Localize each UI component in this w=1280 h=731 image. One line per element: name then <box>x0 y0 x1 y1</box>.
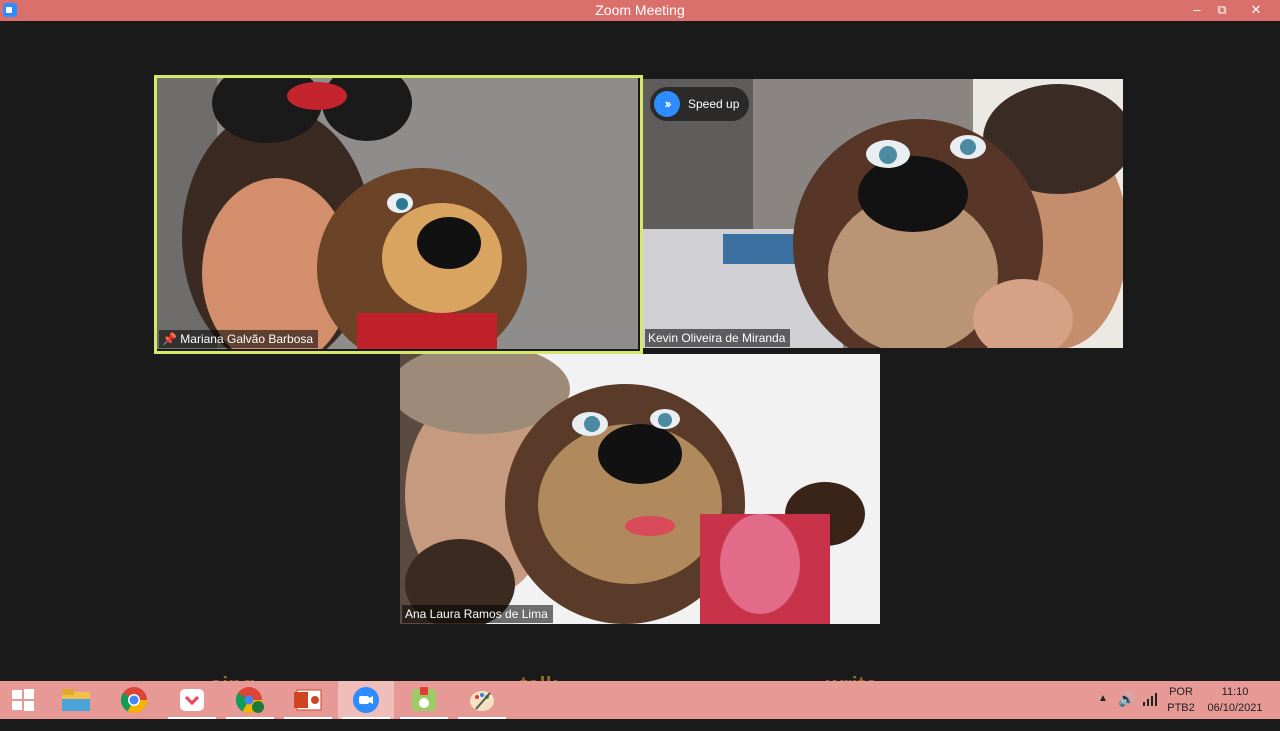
windows-icon <box>12 689 34 711</box>
chrome-profile-icon <box>235 687 264 714</box>
fast-forward-icon: ›› <box>654 91 680 117</box>
clock[interactable]: 11:10 06/10/2021 <box>1203 684 1267 722</box>
speed-up-label: Speed up <box>688 97 740 111</box>
participant-name: Mariana Galvão Barbosa <box>180 332 314 346</box>
chrome-button[interactable] <box>106 681 162 719</box>
video-tile-ana[interactable]: Ana Laura Ramos de Lima <box>400 354 880 624</box>
folder-icon <box>62 689 90 711</box>
clock-date: 06/10/2021 <box>1207 702 1263 714</box>
zoom-button[interactable] <box>338 681 394 719</box>
minimize-button[interactable]: – <box>1183 0 1211 21</box>
participant-video <box>400 354 880 624</box>
input-language-button[interactable]: POR PTB2 <box>1165 684 1197 722</box>
taskbar: ▲ 🔊 POR PTB2 11:10 06/10/2021 <box>0 681 1280 719</box>
title-bar: Zoom Meeting – ⧉ ✕ <box>0 0 1280 21</box>
chrome-profile-button[interactable] <box>222 681 278 719</box>
chrome-icon <box>120 687 148 714</box>
clock-time: 11:10 <box>1221 686 1249 698</box>
volume-icon[interactable]: 🔊 <box>1118 691 1135 729</box>
participant-name: Kevin Oliveira de Miranda <box>648 331 786 345</box>
network-icon[interactable] <box>1142 691 1158 729</box>
powerpoint-button[interactable] <box>280 681 336 719</box>
video-tile-kevin[interactable]: ›› Speed up Kevin Oliveira de Miranda <box>643 79 1123 348</box>
participant-name-tag: Kevin Oliveira de Miranda <box>645 329 791 347</box>
paint-palette-icon <box>470 691 494 711</box>
start-button[interactable] <box>0 681 46 719</box>
show-hidden-icons-button[interactable]: ▲ <box>1098 693 1108 731</box>
participant-name: Ana Laura Ramos de Lima <box>405 607 548 621</box>
speed-up-badge[interactable]: ›› Speed up <box>650 87 750 121</box>
game-button[interactable] <box>396 681 452 719</box>
language-code: POR <box>1169 686 1193 698</box>
paint-button[interactable] <box>454 681 510 719</box>
video-tile-mariana[interactable]: 📌 Mariana Galvão Barbosa <box>157 78 638 349</box>
window-title: Zoom Meeting <box>595 2 685 18</box>
participant-video <box>157 78 638 349</box>
keyboard-layout: PTB2 <box>1167 702 1195 714</box>
participant-name-tag: 📌 Mariana Galvão Barbosa <box>159 330 319 348</box>
pocket-button[interactable] <box>164 681 220 719</box>
pin-icon: 📌 <box>162 332 177 346</box>
participant-name-tag: Ana Laura Ramos de Lima <box>402 605 553 623</box>
file-explorer-button[interactable] <box>48 681 104 719</box>
game-icon <box>412 687 436 711</box>
pocket-icon <box>180 689 204 711</box>
restore-button[interactable]: ⧉ <box>1208 0 1236 21</box>
close-button[interactable]: ✕ <box>1242 0 1270 21</box>
powerpoint-icon <box>294 689 322 711</box>
zoom-icon <box>353 687 379 713</box>
